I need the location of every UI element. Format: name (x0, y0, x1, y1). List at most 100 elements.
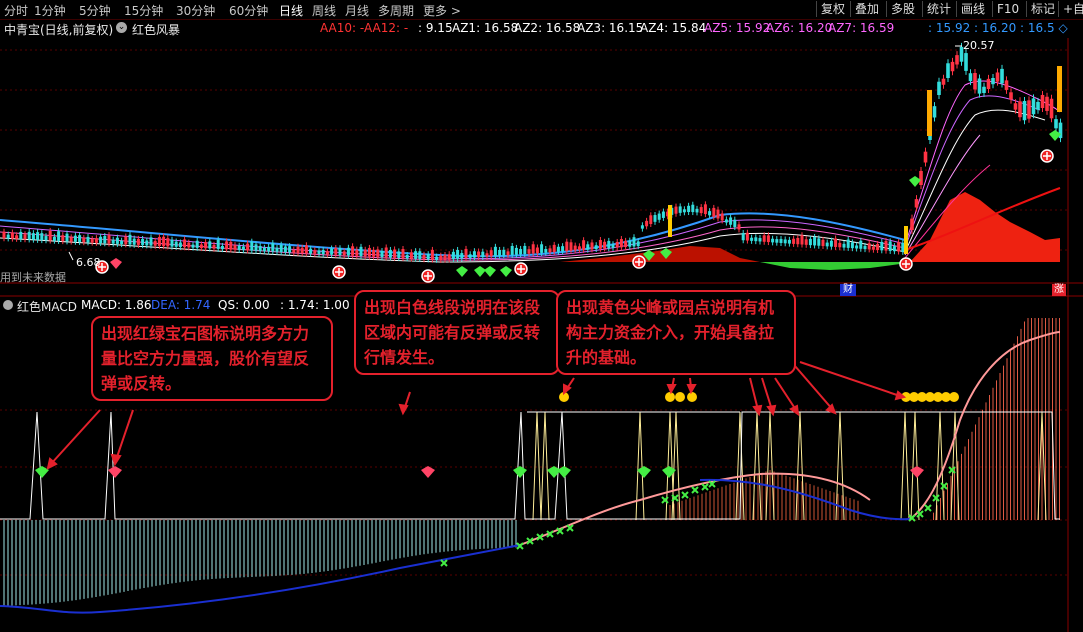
candle-body (300, 247, 304, 254)
candle-body (208, 241, 212, 249)
candle-body (397, 251, 401, 258)
candle-body (31, 233, 35, 240)
candle-body (94, 238, 98, 243)
yellow-peak (540, 411, 550, 521)
candle-body (937, 81, 941, 95)
candle-body (514, 247, 518, 255)
candle-body (447, 254, 451, 260)
candle-body (241, 246, 245, 251)
candle-body (82, 238, 86, 243)
candle-body (1009, 92, 1013, 100)
candle-body (78, 235, 82, 242)
candle-body (128, 234, 132, 245)
candle-body (859, 240, 863, 249)
candle-body (946, 63, 950, 78)
yellow-peak (910, 411, 920, 521)
candle-body (388, 249, 392, 258)
candle-body (65, 233, 69, 242)
candle-body (708, 211, 712, 216)
candle-body (923, 151, 928, 163)
candle-body (657, 213, 661, 220)
candle-body (174, 241, 178, 247)
candle-body (439, 255, 443, 260)
candle-body (477, 251, 481, 258)
candle-body (573, 245, 577, 251)
candle-body (493, 246, 497, 257)
candle-body (598, 239, 602, 249)
candle-body (451, 251, 455, 260)
candle-body (229, 241, 233, 250)
macd-dropdown-icon[interactable] (3, 300, 13, 310)
candle-body (829, 240, 833, 247)
candle-body (531, 244, 535, 254)
candle-body (485, 253, 489, 257)
candle-body (863, 245, 867, 250)
candle-body (871, 246, 875, 250)
macd-indicator-name[interactable]: 红色MACD (17, 298, 77, 315)
candle-body (808, 238, 812, 246)
candle-body (565, 241, 569, 252)
candle-body (632, 237, 636, 247)
candle-body (750, 237, 754, 241)
candle-body (766, 235, 770, 243)
candle-body (414, 251, 418, 259)
candle-body (674, 206, 678, 214)
candle-body (69, 237, 73, 242)
candle-body (850, 242, 854, 249)
candle-body (57, 231, 61, 241)
candle-body (825, 242, 829, 247)
candle-body (619, 239, 623, 248)
candle-body (99, 236, 103, 244)
readout-v1: : 1.74 (280, 298, 315, 312)
candle-body (107, 235, 111, 244)
candle-body (838, 242, 842, 248)
green-marker (440, 559, 448, 567)
candle-body (762, 235, 766, 242)
candle-body (914, 199, 919, 208)
candle-body (355, 249, 359, 256)
candle-body (1036, 101, 1040, 110)
candle-body (682, 209, 686, 213)
candle-body (48, 230, 52, 241)
candle-body (73, 235, 77, 242)
candle-body (561, 246, 565, 252)
candle-body (968, 73, 973, 82)
candle-body (36, 232, 40, 240)
white-histogram (3, 520, 517, 606)
candle-body (254, 244, 258, 251)
candle-body (90, 239, 94, 243)
candle-body (195, 240, 199, 248)
candle-body (901, 242, 905, 252)
candle-body (729, 217, 733, 225)
candle-body (502, 249, 506, 256)
candle-body (678, 206, 682, 213)
candle-body (834, 238, 838, 247)
rise-marker[interactable]: 涨 (1052, 284, 1066, 296)
candle-body (15, 235, 19, 239)
candle-body (779, 238, 783, 243)
high-price-label: 20.57 (963, 39, 995, 52)
candle-body (296, 246, 300, 253)
candle-body (346, 247, 350, 256)
candle-body (271, 243, 275, 252)
candle-body (418, 251, 422, 259)
red-storm-area (910, 192, 1060, 262)
candle-body (636, 241, 640, 247)
candle-body (910, 218, 914, 230)
candle-body (1022, 100, 1027, 121)
finance-marker[interactable]: 财 (840, 284, 856, 296)
candle-body (1049, 98, 1054, 119)
candle-body (695, 208, 699, 213)
candle-body (950, 61, 955, 72)
candle-body (157, 236, 161, 246)
candle-body (888, 241, 892, 251)
candle-body (991, 78, 995, 85)
candle-body (804, 239, 808, 245)
candle-body (237, 245, 241, 250)
candle-body (233, 245, 237, 250)
candle-body (964, 53, 968, 71)
candle-body (687, 205, 691, 213)
candle-body (321, 249, 325, 255)
candle-body (27, 231, 31, 240)
candle-body (771, 238, 775, 243)
